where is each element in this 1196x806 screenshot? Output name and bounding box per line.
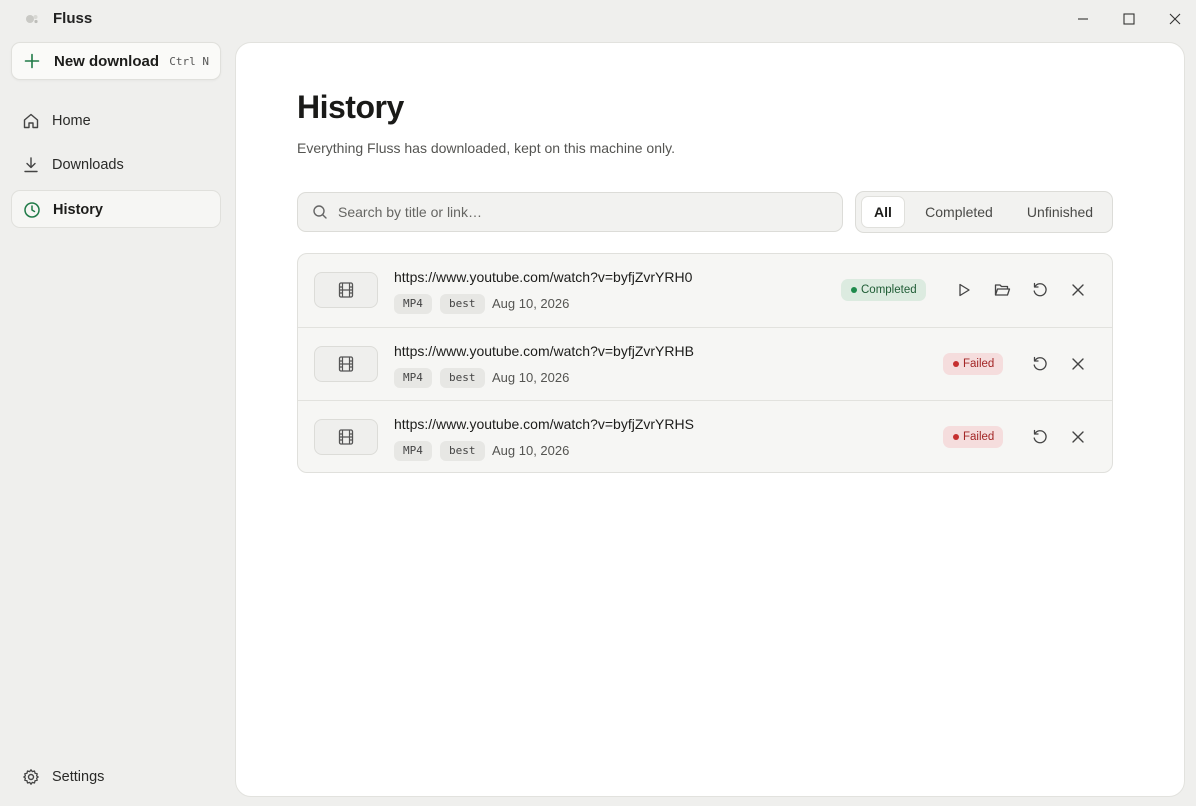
close-icon [1169, 13, 1181, 25]
film-icon [338, 429, 354, 445]
format-tag: MP4 [394, 441, 432, 461]
sidebar-item-home[interactable]: Home [11, 102, 221, 140]
home-icon [22, 112, 40, 130]
app-title: Fluss [53, 10, 93, 27]
status-badge: Completed [841, 279, 926, 301]
status-badge: Failed [943, 426, 1004, 448]
sidebar-item-settings[interactable]: Settings [11, 758, 221, 796]
search-box[interactable] [297, 192, 843, 232]
sidebar-item-history[interactable]: History [11, 190, 221, 228]
sidebar-item-label: History [53, 202, 103, 218]
main-panel: History Everything Fluss has downloaded,… [235, 42, 1185, 797]
history-row[interactable]: https://www.youtube.com/watch?v=byfjZvrY… [298, 254, 1112, 327]
new-download-button[interactable]: New download Ctrl N [11, 42, 221, 80]
new-download-shortcut: Ctrl N [169, 55, 209, 68]
video-thumbnail [314, 272, 378, 308]
settings-label: Settings [52, 769, 105, 785]
filter-tab-all[interactable]: All [861, 196, 905, 228]
filter-tab-completed[interactable]: Completed [914, 196, 1004, 228]
download-icon [22, 156, 40, 174]
close-icon [1072, 431, 1084, 443]
remove-button[interactable] [1069, 428, 1087, 446]
minimize-button[interactable] [1073, 9, 1093, 29]
sidebar-item-downloads[interactable]: Downloads [11, 146, 221, 184]
retry-button[interactable] [1031, 355, 1049, 373]
retry-icon [1033, 282, 1047, 297]
folder-open-icon [994, 284, 1010, 296]
history-row[interactable]: https://www.youtube.com/watch?v=byfjZvrY… [298, 400, 1112, 472]
new-download-label: New download [54, 53, 159, 70]
maximize-button[interactable] [1119, 9, 1139, 29]
download-url: https://www.youtube.com/watch?v=byfjZvrY… [394, 343, 694, 359]
download-date: Aug 10, 2026 [492, 443, 570, 458]
clock-icon [23, 201, 41, 219]
app-logo-icon [24, 11, 40, 27]
close-icon [1072, 284, 1084, 296]
title-bar: Fluss [0, 0, 1196, 38]
video-thumbnail [314, 346, 378, 382]
search-input[interactable] [338, 193, 828, 231]
quality-tag: best [440, 294, 485, 314]
remove-button[interactable] [1069, 355, 1087, 373]
history-row[interactable]: https://www.youtube.com/watch?v=byfjZvrY… [298, 327, 1112, 400]
download-url: https://www.youtube.com/watch?v=byfjZvrY… [394, 416, 694, 432]
maximize-icon [1123, 13, 1135, 25]
retry-icon [1033, 429, 1047, 444]
sidebar-item-label: Downloads [52, 157, 124, 173]
play-icon [959, 283, 970, 297]
history-list: https://www.youtube.com/watch?v=byfjZvrY… [297, 253, 1113, 473]
minimize-icon [1078, 18, 1088, 20]
video-thumbnail [314, 419, 378, 455]
download-url: https://www.youtube.com/watch?v=byfjZvrY… [394, 269, 693, 285]
gear-icon [22, 768, 40, 786]
format-tag: MP4 [394, 294, 432, 314]
status-filter: All Completed Unfinished [855, 191, 1113, 233]
format-tag: MP4 [394, 368, 432, 388]
page-subtitle: Everything Fluss has downloaded, kept on… [297, 140, 675, 156]
plus-icon [24, 53, 40, 69]
download-date: Aug 10, 2026 [492, 370, 570, 385]
quality-tag: best [440, 368, 485, 388]
retry-button[interactable] [1031, 281, 1049, 299]
open-folder-button[interactable] [993, 281, 1011, 299]
download-date: Aug 10, 2026 [492, 296, 570, 311]
quality-tag: best [440, 441, 485, 461]
retry-button[interactable] [1031, 428, 1049, 446]
page-title: History [297, 89, 404, 125]
sidebar-item-label: Home [52, 113, 91, 129]
status-badge: Failed [943, 353, 1004, 375]
retry-icon [1033, 356, 1047, 371]
close-window-button[interactable] [1165, 9, 1185, 29]
close-icon [1072, 358, 1084, 370]
filter-tab-unfinished[interactable]: Unfinished [1017, 196, 1103, 228]
play-button[interactable] [955, 281, 973, 299]
film-icon [338, 356, 354, 372]
remove-button[interactable] [1069, 281, 1087, 299]
film-icon [338, 282, 354, 298]
search-icon [312, 204, 328, 220]
